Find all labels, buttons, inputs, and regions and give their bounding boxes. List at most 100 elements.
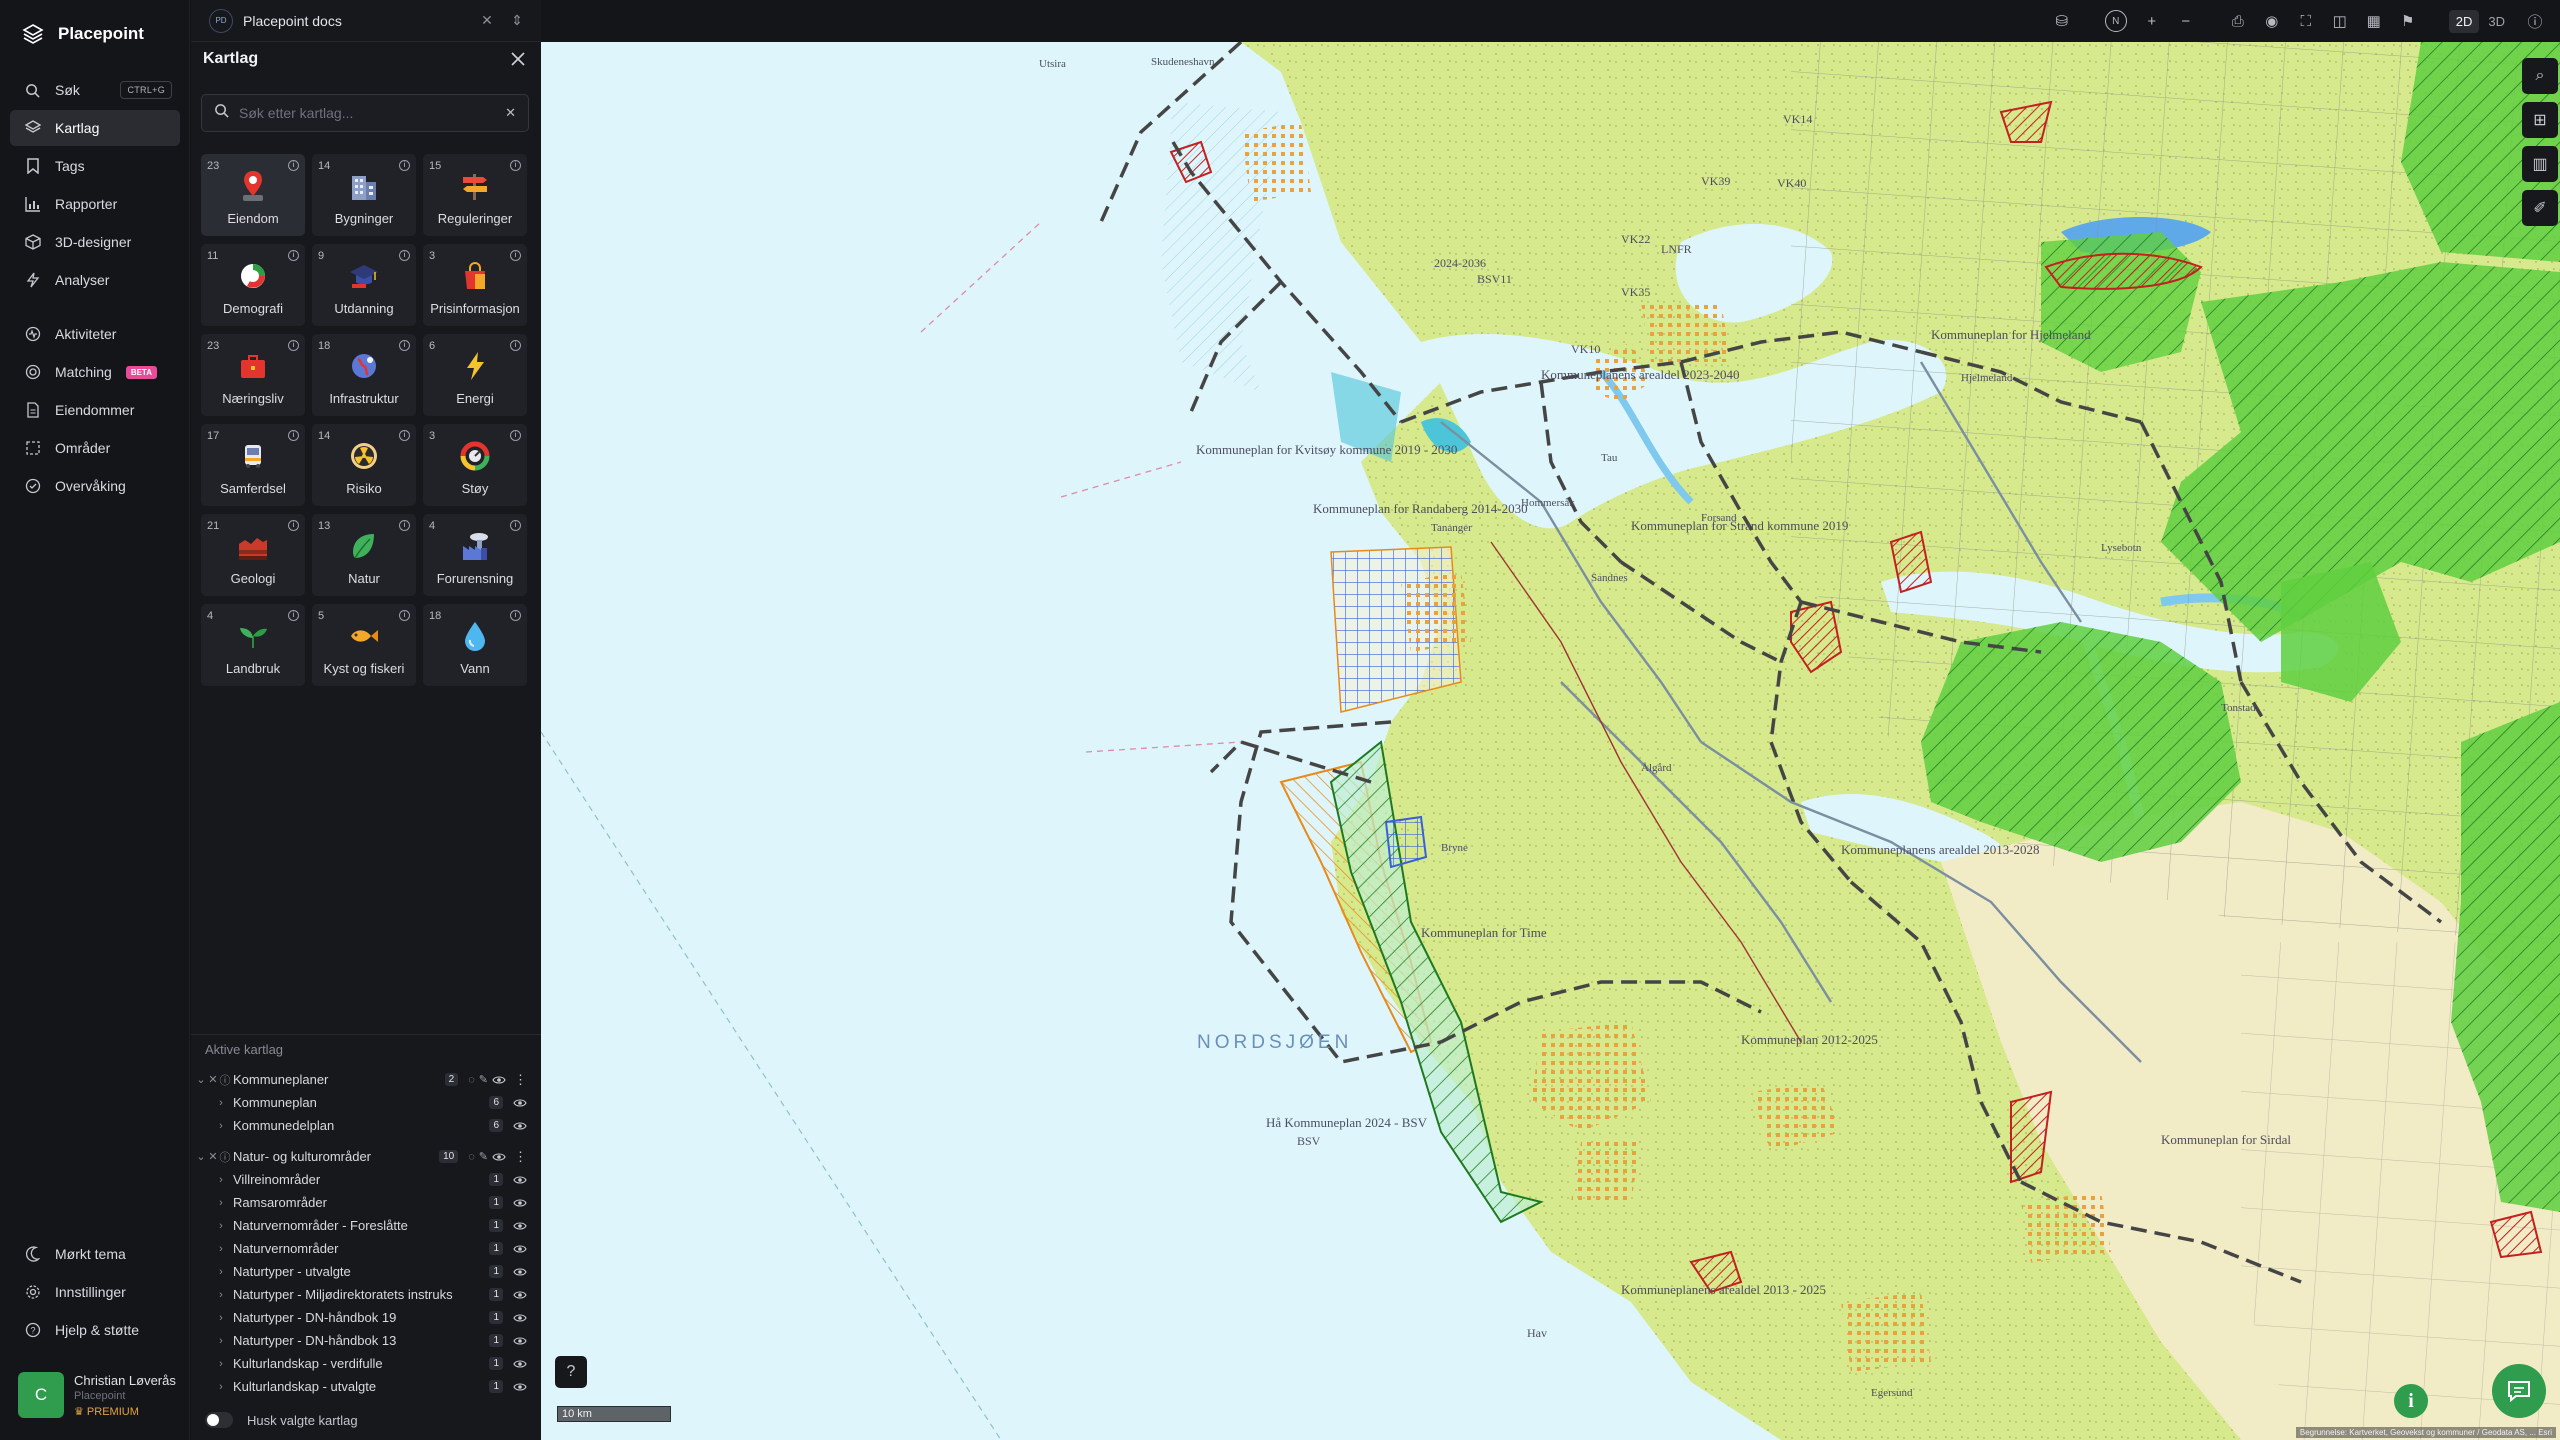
info-icon[interactable]: i [399,610,410,621]
nav-item-tags[interactable]: Tags [10,148,180,184]
eye-icon[interactable] [492,1075,506,1085]
layer-group-row[interactable]: ⌄ ✕ ⓘ Natur- og kulturområder 10 ◌ ✎ ⋮ [191,1145,541,1168]
nav-item-matching[interactable]: Matching BETA [10,354,180,390]
layer-group-row[interactable]: ⌄ ✕ ⓘ Kommuneplaner 2 ◌ ✎ ⋮ [191,1068,541,1091]
close-document-icon[interactable]: ✕ [477,12,497,29]
info-icon[interactable]: i [399,520,410,531]
info-icon[interactable]: i [510,250,521,261]
category-tile-natur[interactable]: 13 i Natur [312,514,416,596]
nav-item-overvaking[interactable]: Overvåking [10,468,180,504]
brand[interactable]: Placepoint [22,18,144,50]
eye-icon[interactable] [513,1244,527,1254]
layer-row[interactable]: › Villreinområder 1 [191,1168,541,1191]
eye-icon[interactable] [513,1121,527,1131]
grid-icon[interactable]: ▦ [2359,6,2389,36]
close-panel-icon[interactable] [509,50,529,70]
nav-item-analyser[interactable]: Analyser [10,262,180,298]
layer-row[interactable]: › Naturtyper - Miljødirektoratets instruk… [191,1283,541,1306]
edit-icon[interactable]: ✎ [479,1073,488,1086]
eye-icon[interactable] [492,1152,506,1162]
layer-row[interactable]: › Naturvernområder - Foreslåtte 1 [191,1214,541,1237]
user-profile[interactable]: C Christian Løverås Placepoint ♛ PREMIUM [18,1372,176,1418]
category-tile-risiko[interactable]: 14 i Risiko [312,424,416,506]
layer-row[interactable]: › Kommuneplan 6 [191,1091,541,1114]
category-tile-energi[interactable]: 6 i Energi [423,334,527,416]
more-options-icon[interactable]: ⋮ [514,1149,527,1165]
print-icon[interactable]: ⎙ [2223,6,2253,36]
info-icon[interactable]: i [399,250,410,261]
chevron-right-icon[interactable]: › [215,1266,227,1278]
chevron-right-icon[interactable]: › [215,1243,227,1255]
opacity-icon[interactable]: ◌ [468,1151,475,1163]
fullscreen-icon[interactable]: ⛶ [2291,6,2321,36]
info-icon[interactable]: i [288,250,299,261]
remove-icon[interactable]: ✕ [207,1073,219,1086]
nav-item-help[interactable]: ? Hjelp & støtte [10,1312,180,1348]
category-tile-demografi[interactable]: 11 i Demografi [201,244,305,326]
category-tile-landbruk[interactable]: 4 i Landbruk [201,604,305,686]
map-help-icon[interactable]: ? [555,1356,587,1388]
info-icon[interactable]: i [510,430,521,441]
layer-search-input[interactable] [239,105,496,121]
eye-icon[interactable] [513,1336,527,1346]
draw-icon[interactable]: ✐ [2522,190,2558,226]
category-tile-prisinformasjon[interactable]: 3 i Prisinformasjon [423,244,527,326]
chevron-down-icon[interactable]: ⌄ [195,1150,207,1163]
eye-icon[interactable] [513,1382,527,1392]
layer-row[interactable]: › Naturtyper - DN-håndbok 19 1 [191,1306,541,1329]
info-icon[interactable]: i [288,160,299,171]
remember-layers-toggle[interactable] [205,1412,233,1428]
info-icon[interactable]: i [288,520,299,531]
nav-item-omrader[interactable]: Områder [10,430,180,466]
layer-row[interactable]: › Ramsarområder 1 [191,1191,541,1214]
chevron-right-icon[interactable]: › [215,1097,227,1109]
category-tile-vann[interactable]: 18 i Vann [423,604,527,686]
layer-row[interactable]: › Naturtyper - utvalgte 1 [191,1260,541,1283]
info-icon[interactable]: i [510,520,521,531]
chart-icon[interactable]: ▥ [2522,146,2558,182]
info-icon[interactable]: i [510,610,521,621]
chevron-right-icon[interactable]: › [215,1197,227,1209]
eye-icon[interactable]: ◉ [2257,6,2287,36]
layer-row[interactable]: › Naturvernområder 1 [191,1237,541,1260]
chevron-right-icon[interactable]: › [215,1120,227,1132]
eye-icon[interactable] [513,1313,527,1323]
bookmark-icon[interactable]: ⚑ [2393,6,2423,36]
view-mode-3d[interactable]: 3D [2481,10,2512,33]
category-tile-utdanning[interactable]: 9 i Utdanning [312,244,416,326]
view-mode-2d[interactable]: 2D [2448,9,2480,33]
nav-item-3d-designer[interactable]: 3D-designer [10,224,180,260]
category-tile-stoy[interactable]: 3 i Støy [423,424,527,506]
zoom-out-icon[interactable]: − [2171,6,2201,36]
info-icon[interactable]: i [288,340,299,351]
info-icon[interactable]: i [399,340,410,351]
nav-item-kartlag[interactable]: Kartlag [10,110,180,146]
eye-icon[interactable] [513,1198,527,1208]
nav-item-eiendommer[interactable]: Eiendommer [10,392,180,428]
category-tile-naeringsliv[interactable]: 23 i Næringsliv [201,334,305,416]
info-icon[interactable]: ⓘ [219,1072,231,1088]
measure-icon[interactable]: ⊞ [2522,102,2558,138]
layer-row[interactable]: › Naturtyper - DN-håndbok 13 1 [191,1329,541,1352]
category-tile-kyst-og-fiskeri[interactable]: 5 i Kyst og fiskeri [312,604,416,686]
nav-item-rapporter[interactable]: Rapporter [10,186,180,222]
eye-icon[interactable] [513,1098,527,1108]
camera-icon[interactable]: ◫ [2325,6,2355,36]
layer-row[interactable]: › Kulturlandskap - verdifulle 1 [191,1352,541,1375]
info-button[interactable]: i [2394,1384,2428,1418]
chevron-right-icon[interactable]: › [215,1335,227,1347]
info-icon[interactable]: ⓘ [219,1149,231,1165]
clear-search-icon[interactable]: ✕ [505,105,516,121]
info-circle-icon[interactable]: ⓘ [2520,6,2550,36]
info-icon[interactable]: i [399,430,410,441]
more-options-icon[interactable]: ⋮ [514,1072,527,1088]
info-icon[interactable]: i [510,340,521,351]
chevron-right-icon[interactable]: › [215,1289,227,1301]
search-location-icon[interactable]: ⌕ [2522,58,2558,94]
category-tile-samferdsel[interactable]: 17 i Samferdsel [201,424,305,506]
nav-item-dark-theme[interactable]: Mørkt tema [10,1236,180,1272]
remove-icon[interactable]: ✕ [207,1150,219,1163]
document-tab[interactable]: PD Placepoint docs ✕ ⇕ [191,0,541,42]
eye-icon[interactable] [513,1175,527,1185]
info-icon[interactable]: i [510,160,521,171]
